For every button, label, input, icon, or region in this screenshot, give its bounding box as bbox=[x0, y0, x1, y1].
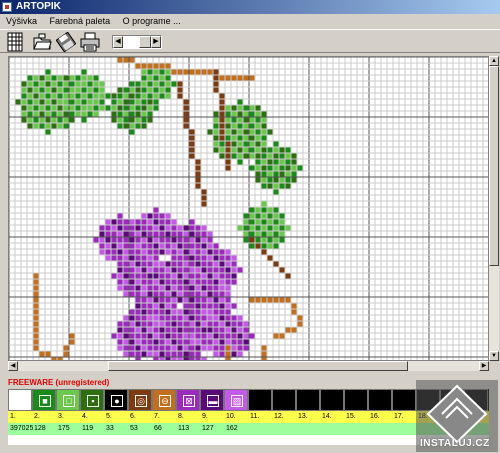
title-bar: ARTOPIK bbox=[0, 0, 500, 14]
print-icon bbox=[80, 32, 100, 52]
pattern-canvas[interactable] bbox=[8, 56, 489, 361]
palette-number: 13. bbox=[298, 413, 308, 420]
palette-color-8[interactable]: ⊠ bbox=[176, 389, 200, 411]
palette-count bbox=[272, 423, 296, 435]
menu-vysivka[interactable]: Výšivka bbox=[2, 14, 41, 29]
palette-symbol-icon: ■ bbox=[39, 395, 51, 407]
palette-color-7[interactable]: ⊖ bbox=[152, 389, 176, 411]
palette-symbol-icon: □ bbox=[63, 395, 75, 407]
horizontal-scroll-thumb[interactable] bbox=[108, 361, 408, 371]
palette-count: 53 bbox=[130, 425, 138, 432]
palette-color-5[interactable]: ● bbox=[104, 389, 128, 411]
palette-symbol-icon: ● bbox=[111, 395, 123, 407]
palette-color-16[interactable] bbox=[368, 389, 392, 411]
palette-color-4[interactable]: ▪ bbox=[80, 389, 104, 411]
palette-number: 16. bbox=[370, 413, 380, 420]
palette-symbol-icon: ◎ bbox=[135, 395, 147, 407]
palette-count bbox=[248, 423, 272, 435]
palette-count: 127 bbox=[202, 425, 214, 432]
vertical-scroll-thumb[interactable] bbox=[489, 66, 499, 266]
save-disk-icon bbox=[55, 31, 77, 53]
embroidery-grid[interactable] bbox=[9, 57, 489, 361]
palette-color-13[interactable] bbox=[296, 389, 320, 411]
scroll-up-icon[interactable]: ▲ bbox=[489, 56, 499, 66]
open-button[interactable] bbox=[32, 32, 52, 52]
palette-symbol-icon: ⊠ bbox=[183, 395, 195, 407]
palette-color-3[interactable]: □ bbox=[56, 389, 80, 411]
slider-right-arrow-icon[interactable]: ▶ bbox=[151, 36, 161, 48]
palette-count: 113 bbox=[178, 425, 190, 432]
menu-bar: Výšivka Farebná paleta O programe ... bbox=[0, 14, 500, 29]
palette-color-2[interactable]: ■ bbox=[32, 389, 56, 411]
palette-number: 11. bbox=[250, 413, 260, 420]
palette-color-11[interactable] bbox=[248, 389, 272, 411]
palette-count: 66 bbox=[154, 425, 162, 432]
palette-symbol-icon: ⊖ bbox=[159, 395, 171, 407]
palette-count bbox=[368, 423, 392, 435]
palette-color-12[interactable] bbox=[272, 389, 296, 411]
menu-farebna-paleta[interactable]: Farebná paleta bbox=[46, 14, 115, 29]
scroll-left-icon[interactable]: ◀ bbox=[8, 361, 18, 371]
palette-count bbox=[296, 423, 320, 435]
palette-color-17[interactable] bbox=[392, 389, 416, 411]
print-button[interactable] bbox=[80, 32, 100, 52]
palette-count bbox=[344, 423, 368, 435]
palette-count bbox=[392, 423, 416, 435]
watermark-text: INSTALUJ.CZ bbox=[420, 438, 490, 449]
palette-number: 4. bbox=[82, 413, 88, 420]
palette-count: 119 bbox=[82, 425, 94, 432]
grid-icon bbox=[7, 32, 23, 52]
palette-number: 5. bbox=[106, 413, 112, 420]
palette-number: 8. bbox=[178, 413, 184, 420]
main-window: ARTOPIK Výšivka Farebná paleta O program… bbox=[0, 0, 500, 453]
palette-number: 17. bbox=[394, 413, 404, 420]
palette-number: 3. bbox=[58, 413, 64, 420]
app-icon bbox=[2, 2, 12, 12]
open-folder-icon bbox=[33, 33, 52, 50]
toolbar: ◀ ▶ bbox=[0, 29, 500, 53]
palette-count bbox=[320, 423, 344, 435]
save-button[interactable] bbox=[55, 31, 77, 53]
palette-number: 12. bbox=[274, 413, 284, 420]
palette-symbol-icon: ▪ bbox=[87, 395, 99, 407]
palette-symbol-icon: ▨ bbox=[231, 395, 243, 407]
palette-number: 1. bbox=[10, 413, 16, 420]
freeware-label: FREEWARE (unregistered) bbox=[8, 378, 110, 387]
palette-number: 6. bbox=[130, 413, 136, 420]
palette-count: 397025 bbox=[10, 425, 34, 432]
palette-count: 162 bbox=[226, 425, 238, 432]
slider-thumb[interactable] bbox=[139, 36, 151, 48]
palette-number: 14. bbox=[322, 413, 332, 420]
palette-color-15[interactable] bbox=[344, 389, 368, 411]
palette-color-10[interactable]: ▨ bbox=[224, 389, 248, 411]
scroll-right-icon[interactable]: ▶ bbox=[479, 361, 489, 371]
palette-number: 2. bbox=[34, 413, 40, 420]
palette-count: 128 bbox=[34, 425, 46, 432]
palette-number: 7. bbox=[154, 413, 160, 420]
window-title: ARTOPIK bbox=[16, 1, 61, 12]
palette-count: 33 bbox=[106, 425, 114, 432]
slider-left-arrow-icon[interactable]: ◀ bbox=[113, 36, 123, 48]
grid-button[interactable] bbox=[6, 32, 26, 52]
palette-color-9[interactable]: ▬ bbox=[200, 389, 224, 411]
palette-symbol-icon: ▬ bbox=[207, 395, 219, 407]
zoom-slider[interactable]: ◀ ▶ bbox=[112, 35, 162, 49]
palette-count: 175 bbox=[58, 425, 70, 432]
palette-color-1[interactable] bbox=[8, 389, 32, 411]
vertical-scrollbar[interactable]: ▲ ▼ bbox=[489, 56, 499, 361]
palette-color-14[interactable] bbox=[320, 389, 344, 411]
palette-number: 10. bbox=[226, 413, 236, 420]
palette-number: 15. bbox=[346, 413, 356, 420]
menu-o-programe[interactable]: O programe ... bbox=[119, 14, 185, 29]
palette-color-6[interactable]: ◎ bbox=[128, 389, 152, 411]
horizontal-scrollbar[interactable]: ◀ ▶ bbox=[8, 361, 489, 371]
scroll-down-icon[interactable]: ▼ bbox=[489, 351, 499, 361]
palette-number: 9. bbox=[202, 413, 208, 420]
